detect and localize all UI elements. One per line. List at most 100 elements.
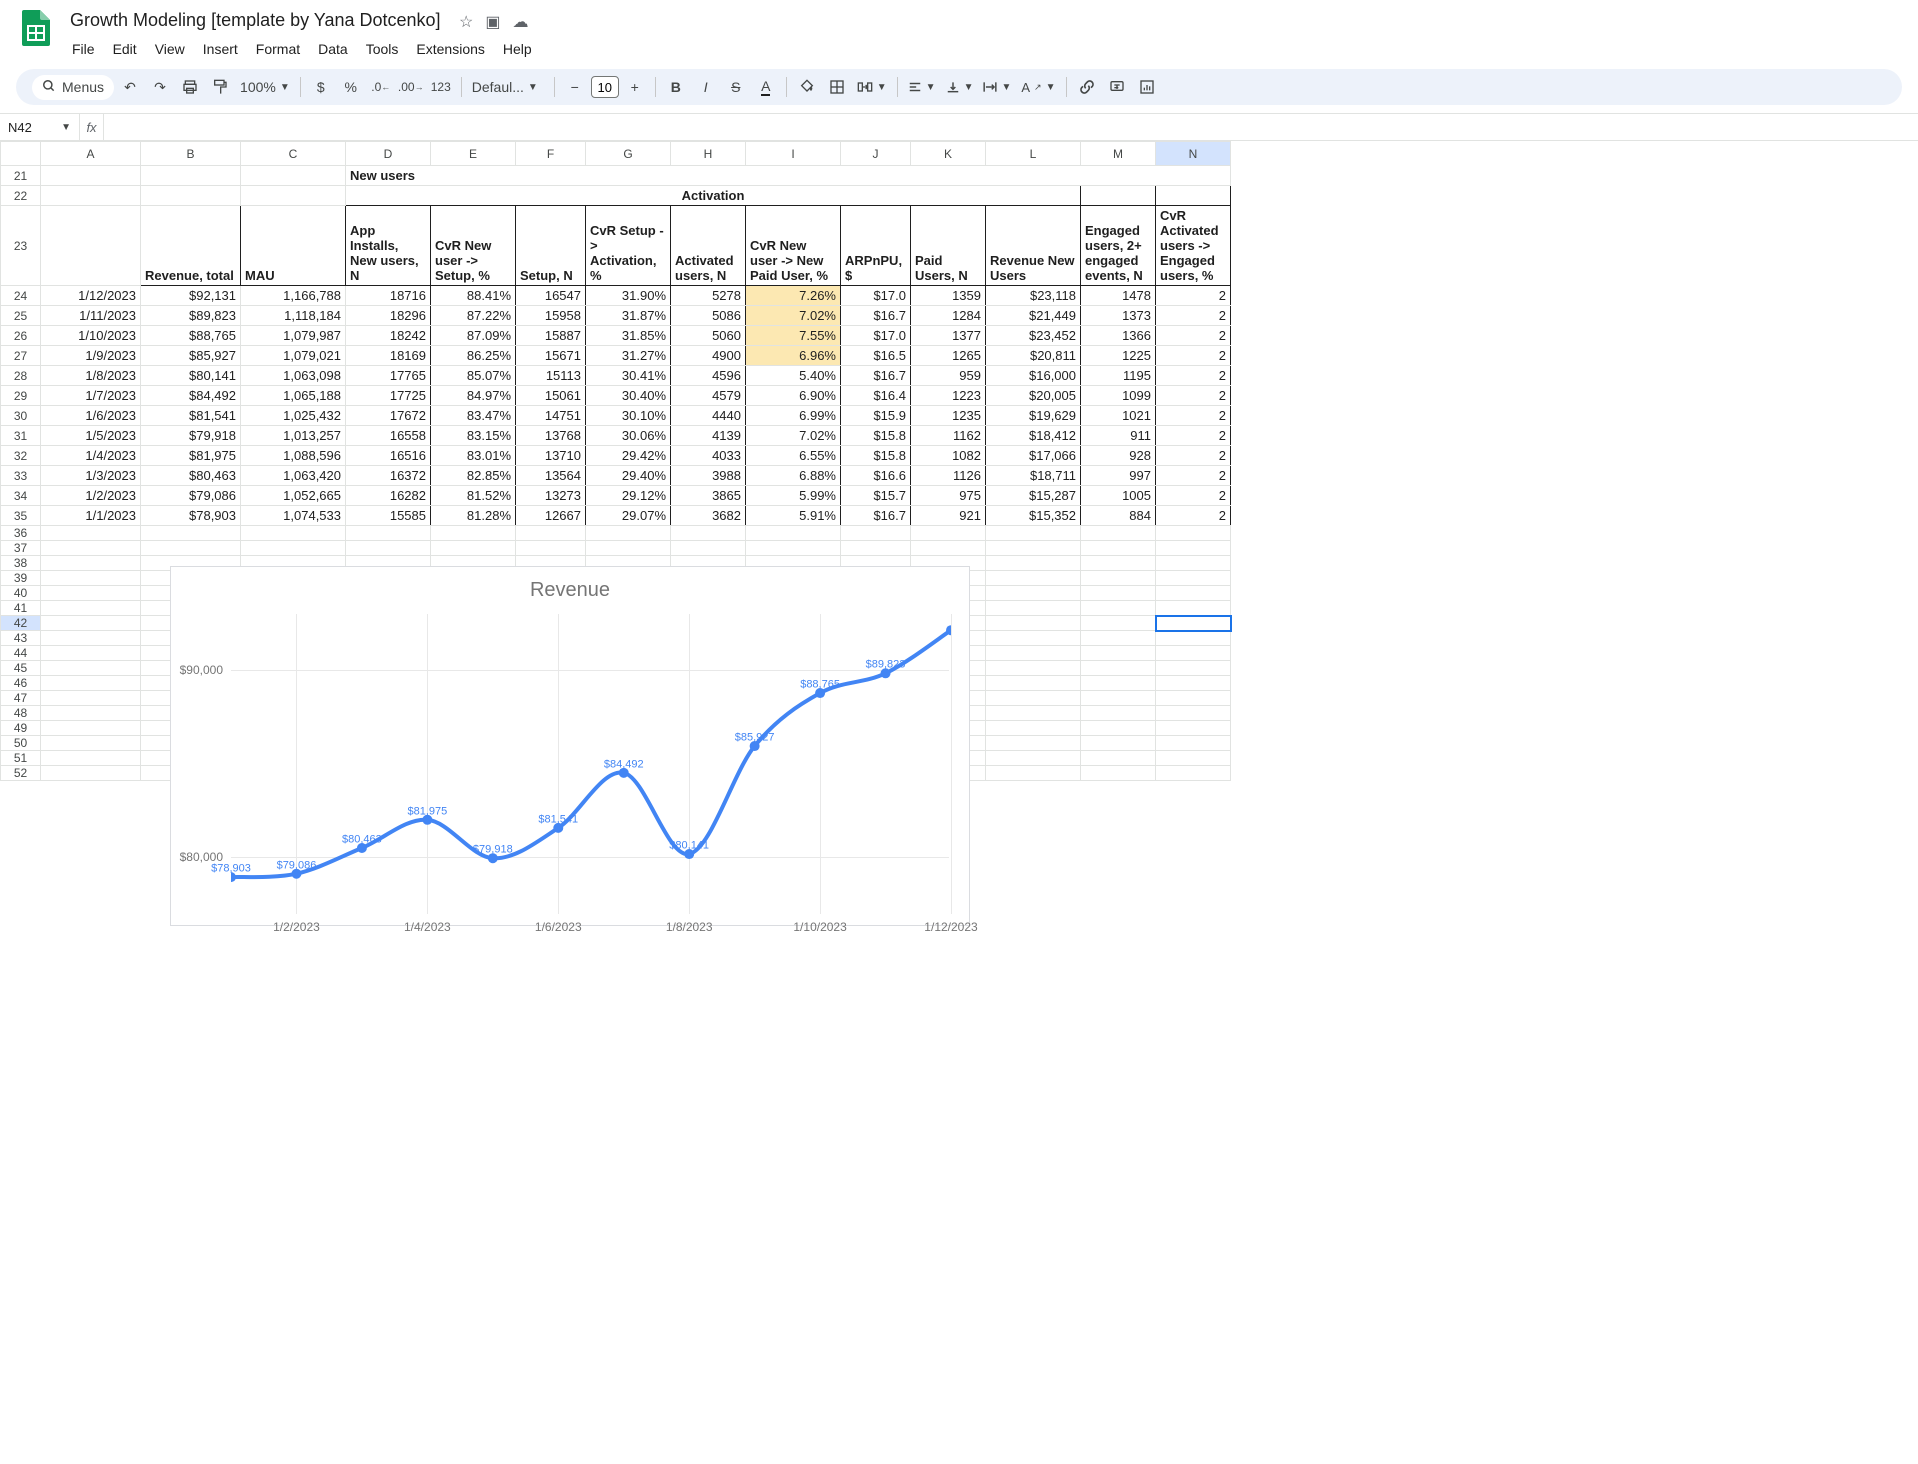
chart-button[interactable] bbox=[1133, 73, 1161, 101]
cell-F35[interactable]: 12667 bbox=[516, 506, 586, 526]
cell-D25[interactable]: 18296 bbox=[346, 306, 431, 326]
cell-L36[interactable] bbox=[986, 526, 1081, 541]
cell-K37[interactable] bbox=[911, 541, 986, 556]
cell-A39[interactable] bbox=[41, 571, 141, 586]
cell-J36[interactable] bbox=[841, 526, 911, 541]
cell-J35[interactable]: $16.7 bbox=[841, 506, 911, 526]
row-header-35[interactable]: 35 bbox=[1, 506, 41, 526]
increase-font-button[interactable]: + bbox=[621, 73, 649, 101]
row-header-45[interactable]: 45 bbox=[1, 661, 41, 676]
cell-L24[interactable]: $23,118 bbox=[986, 286, 1081, 306]
cell-K28[interactable]: 959 bbox=[911, 366, 986, 386]
currency-button[interactable]: $ bbox=[307, 73, 335, 101]
cell-M34[interactable]: 1005 bbox=[1081, 486, 1156, 506]
cell-H34[interactable]: 3865 bbox=[671, 486, 746, 506]
cell-C35[interactable]: 1,074,533 bbox=[241, 506, 346, 526]
cell-E25[interactable]: 87.22% bbox=[431, 306, 516, 326]
cell-F37[interactable] bbox=[516, 541, 586, 556]
cell-A34[interactable]: 1/2/2023 bbox=[41, 486, 141, 506]
cell-B33[interactable]: $80,463 bbox=[141, 466, 241, 486]
cell-N47[interactable] bbox=[1156, 691, 1231, 706]
document-title[interactable]: Growth Modeling [template by Yana Dotcen… bbox=[64, 8, 447, 33]
fill-color-button[interactable] bbox=[793, 73, 821, 101]
text-color-button[interactable]: A bbox=[752, 73, 780, 101]
cell-L50[interactable] bbox=[986, 736, 1081, 751]
cell-M47[interactable] bbox=[1081, 691, 1156, 706]
cell-A42[interactable] bbox=[41, 616, 141, 631]
cell-C33[interactable]: 1,063,420 bbox=[241, 466, 346, 486]
cell-J30[interactable]: $15.9 bbox=[841, 406, 911, 426]
cell-D26[interactable]: 18242 bbox=[346, 326, 431, 346]
cell-B27[interactable]: $85,927 bbox=[141, 346, 241, 366]
cell-K26[interactable]: 1377 bbox=[911, 326, 986, 346]
cell-B35[interactable]: $78,903 bbox=[141, 506, 241, 526]
row-header-24[interactable]: 24 bbox=[1, 286, 41, 306]
cell-I30[interactable]: 6.99% bbox=[746, 406, 841, 426]
cell-E28[interactable]: 85.07% bbox=[431, 366, 516, 386]
menu-insert[interactable]: Insert bbox=[195, 37, 246, 61]
cell-N46[interactable] bbox=[1156, 676, 1231, 691]
font-select[interactable]: Defaul...▼ bbox=[468, 79, 548, 95]
cell-K34[interactable]: 975 bbox=[911, 486, 986, 506]
cell-C28[interactable]: 1,063,098 bbox=[241, 366, 346, 386]
cell-N45[interactable] bbox=[1156, 661, 1231, 676]
cell-M43[interactable] bbox=[1081, 631, 1156, 646]
cell-K24[interactable]: 1359 bbox=[911, 286, 986, 306]
cell-H30[interactable]: 4440 bbox=[671, 406, 746, 426]
cell-I34[interactable]: 5.99% bbox=[746, 486, 841, 506]
cell-E33[interactable]: 82.85% bbox=[431, 466, 516, 486]
grid-area[interactable]: ABCDEFGHIJKLMN21New users22Activation23R… bbox=[0, 141, 1918, 1464]
row-header-49[interactable]: 49 bbox=[1, 721, 41, 736]
cell-F27[interactable]: 15671 bbox=[516, 346, 586, 366]
cell-H35[interactable]: 3682 bbox=[671, 506, 746, 526]
cell-L34[interactable]: $15,287 bbox=[986, 486, 1081, 506]
row-header-32[interactable]: 32 bbox=[1, 446, 41, 466]
italic-button[interactable]: I bbox=[692, 73, 720, 101]
col-header-N[interactable]: N bbox=[1156, 142, 1231, 166]
bold-button[interactable]: B bbox=[662, 73, 690, 101]
cell-A37[interactable] bbox=[41, 541, 141, 556]
cell-M42[interactable] bbox=[1081, 616, 1156, 631]
borders-button[interactable] bbox=[823, 73, 851, 101]
cell-N38[interactable] bbox=[1156, 556, 1231, 571]
cell-I37[interactable] bbox=[746, 541, 841, 556]
redo-button[interactable]: ↷ bbox=[146, 73, 174, 101]
cell-M24[interactable]: 1478 bbox=[1081, 286, 1156, 306]
cell-I24[interactable]: 7.26% bbox=[746, 286, 841, 306]
cell-A27[interactable]: 1/9/2023 bbox=[41, 346, 141, 366]
paint-format-button[interactable] bbox=[206, 73, 234, 101]
cell-K35[interactable]: 921 bbox=[911, 506, 986, 526]
cell-H27[interactable]: 4900 bbox=[671, 346, 746, 366]
link-button[interactable] bbox=[1073, 73, 1101, 101]
cell-M30[interactable]: 1021 bbox=[1081, 406, 1156, 426]
cell-K30[interactable]: 1235 bbox=[911, 406, 986, 426]
cell-A47[interactable] bbox=[41, 691, 141, 706]
cell-E31[interactable]: 83.15% bbox=[431, 426, 516, 446]
cell-L35[interactable]: $15,352 bbox=[986, 506, 1081, 526]
v-align-button[interactable]: ▼ bbox=[942, 80, 978, 94]
cell-D28[interactable]: 17765 bbox=[346, 366, 431, 386]
cell-C29[interactable]: 1,065,188 bbox=[241, 386, 346, 406]
cell-M51[interactable] bbox=[1081, 751, 1156, 766]
cell-A40[interactable] bbox=[41, 586, 141, 601]
cell-N49[interactable] bbox=[1156, 721, 1231, 736]
cell-B36[interactable] bbox=[141, 526, 241, 541]
move-icon[interactable]: ▣ bbox=[485, 12, 500, 32]
row-header-29[interactable]: 29 bbox=[1, 386, 41, 406]
cell-H29[interactable]: 4579 bbox=[671, 386, 746, 406]
cell-E36[interactable] bbox=[431, 526, 516, 541]
cell-G27[interactable]: 31.27% bbox=[586, 346, 671, 366]
cell-N25[interactable]: 2 bbox=[1156, 306, 1231, 326]
cell-D31[interactable]: 16558 bbox=[346, 426, 431, 446]
search-menus[interactable]: Menus bbox=[32, 75, 114, 100]
cell-L37[interactable] bbox=[986, 541, 1081, 556]
cell-M26[interactable]: 1366 bbox=[1081, 326, 1156, 346]
row-header-42[interactable]: 42 bbox=[1, 616, 41, 631]
cell-N27[interactable]: 2 bbox=[1156, 346, 1231, 366]
cell-A50[interactable] bbox=[41, 736, 141, 751]
row-header-47[interactable]: 47 bbox=[1, 691, 41, 706]
row-header-27[interactable]: 27 bbox=[1, 346, 41, 366]
cell-N36[interactable] bbox=[1156, 526, 1231, 541]
cell-L41[interactable] bbox=[986, 601, 1081, 616]
zoom-select[interactable]: 100%▼ bbox=[236, 79, 294, 95]
